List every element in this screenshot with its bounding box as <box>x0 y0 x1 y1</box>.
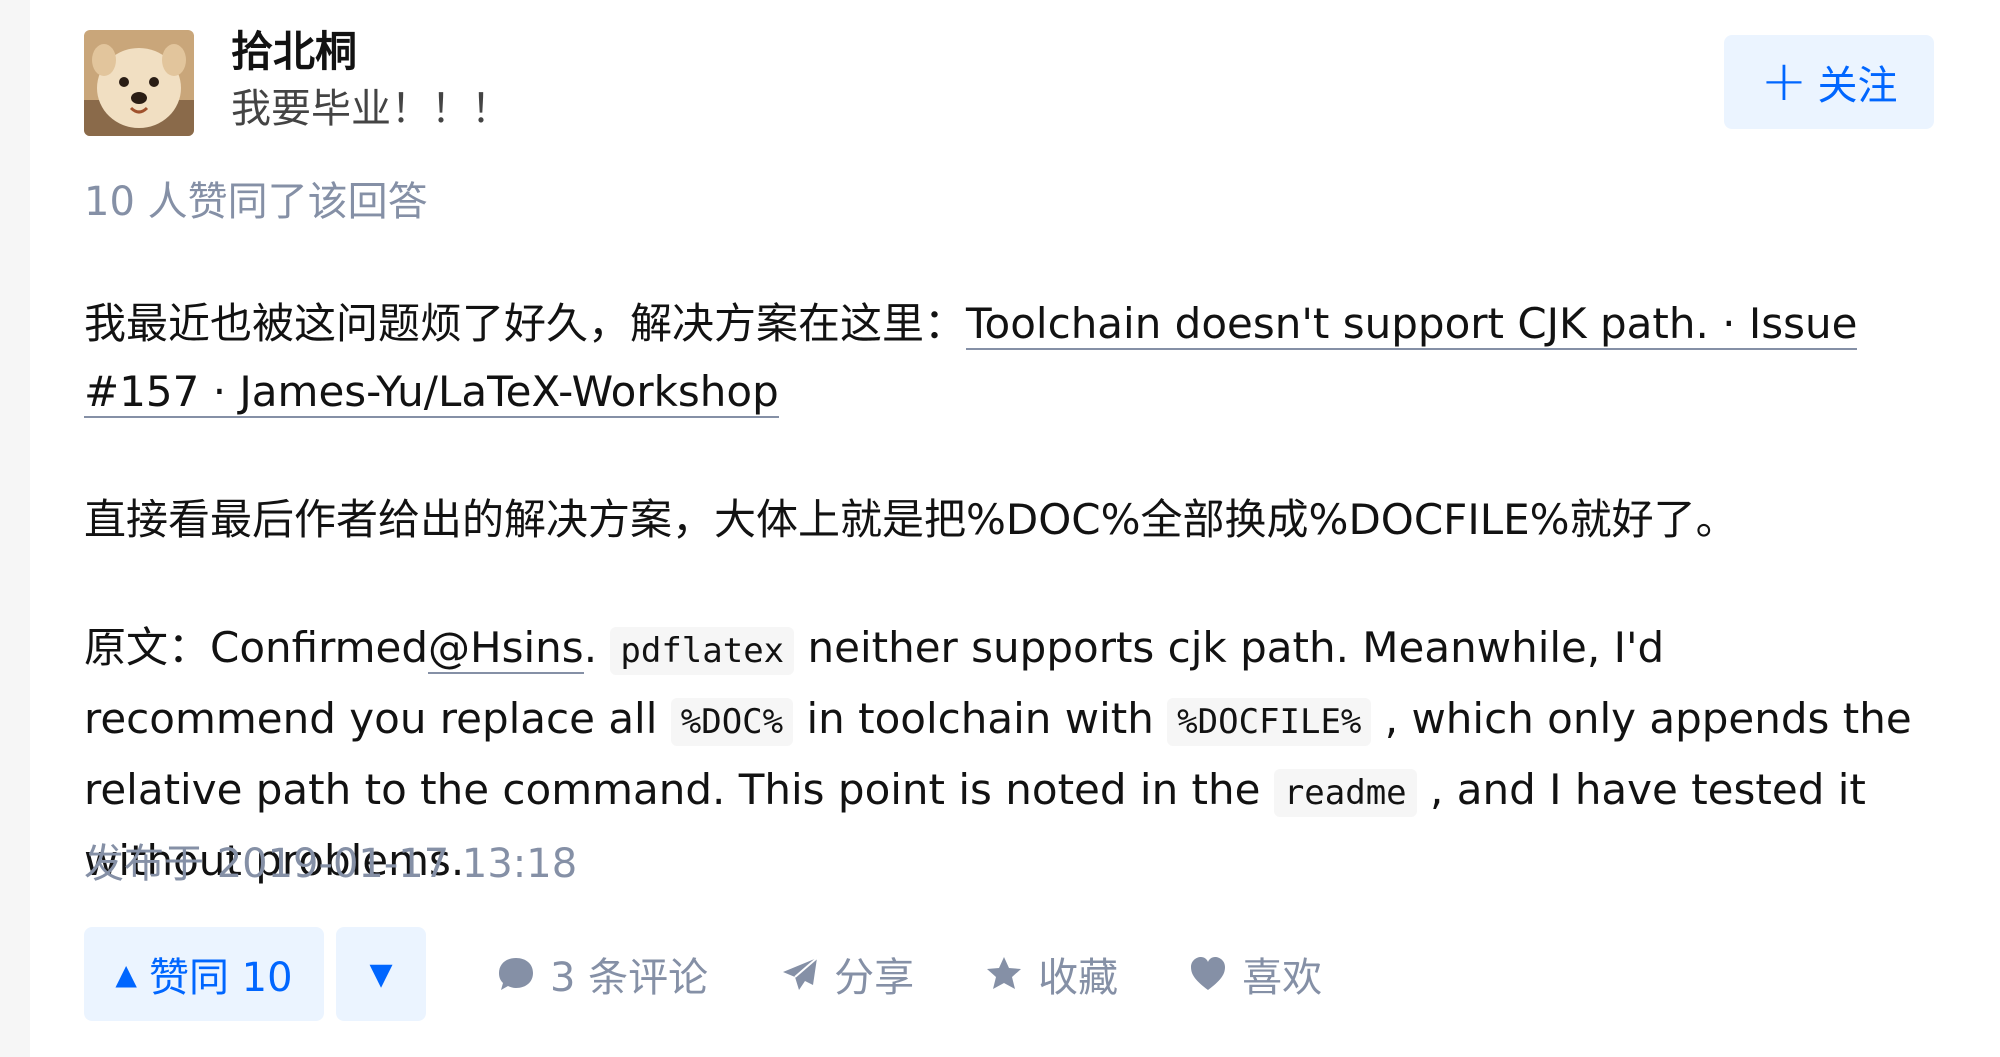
favorite-button[interactable]: 收藏 <box>984 945 1118 1003</box>
vote-up-button[interactable]: ▲ 赞同 10 <box>84 927 324 1021</box>
avatar[interactable] <box>84 30 194 136</box>
dog-avatar-image <box>84 30 194 136</box>
inline-code: %DOC% <box>670 698 794 746</box>
paragraph-text: 原文：Confirmed <box>84 623 429 672</box>
action-bar: ▲ 赞同 10 ▼ 3 条评论 分享 收藏 喜欢 <box>84 927 1944 1021</box>
like-button[interactable]: 喜欢 <box>1188 945 1322 1003</box>
like-label: 喜欢 <box>1242 955 1323 1001</box>
heart-icon <box>1191 957 1226 990</box>
paragraph-text: in toolchain with <box>793 694 1168 743</box>
publish-time: 发布于 2019-01-17 13:18 <box>84 841 578 887</box>
author-bio: 我要毕业！！！ <box>231 86 511 132</box>
comment-label: 3 条评论 <box>550 955 709 1001</box>
paragraph-text: . <box>583 623 611 672</box>
paragraph-solution: 我最近也被这问题烦了好久，解决方案在这里：Toolchain doesn't s… <box>84 290 1924 426</box>
share-button[interactable]: 分享 <box>780 945 914 1003</box>
share-label: 分享 <box>834 955 915 1001</box>
comment-icon <box>499 958 533 990</box>
paragraph-summary: 直接看最后作者给出的解决方案，大体上就是把%DOC%全部换成%DOCFILE%就… <box>84 495 1738 544</box>
vote-up-label: 赞同 10 <box>148 955 293 1001</box>
plus-icon: + <box>1760 49 1808 114</box>
share-icon <box>783 957 818 990</box>
paragraph-text: 我最近也被这问题烦了好久，解决方案在这里： <box>84 299 967 348</box>
triangle-down-icon: ▼ <box>369 956 393 992</box>
inline-code: readme <box>1273 769 1417 817</box>
author-name[interactable]: 拾北桐 <box>231 26 357 78</box>
follow-button-label: 关注 <box>1817 63 1898 109</box>
mention-link[interactable]: @Hsins <box>428 623 584 674</box>
answer-content: 我最近也被这问题烦了好久，解决方案在这里：Toolchain doesn't s… <box>84 290 1924 895</box>
comment-button[interactable]: 3 条评论 <box>496 945 708 1003</box>
triangle-up-icon: ▲ <box>115 957 137 991</box>
vote-down-button[interactable]: ▼ <box>336 927 426 1021</box>
follow-button[interactable]: + 关注 <box>1724 35 1934 129</box>
favorite-label: 收藏 <box>1038 955 1119 1001</box>
inline-code: %DOCFILE% <box>1167 698 1372 746</box>
inline-code: pdflatex <box>610 627 795 675</box>
star-icon <box>987 957 1022 989</box>
vote-summary: 10 人赞同了该回答 <box>84 179 428 225</box>
